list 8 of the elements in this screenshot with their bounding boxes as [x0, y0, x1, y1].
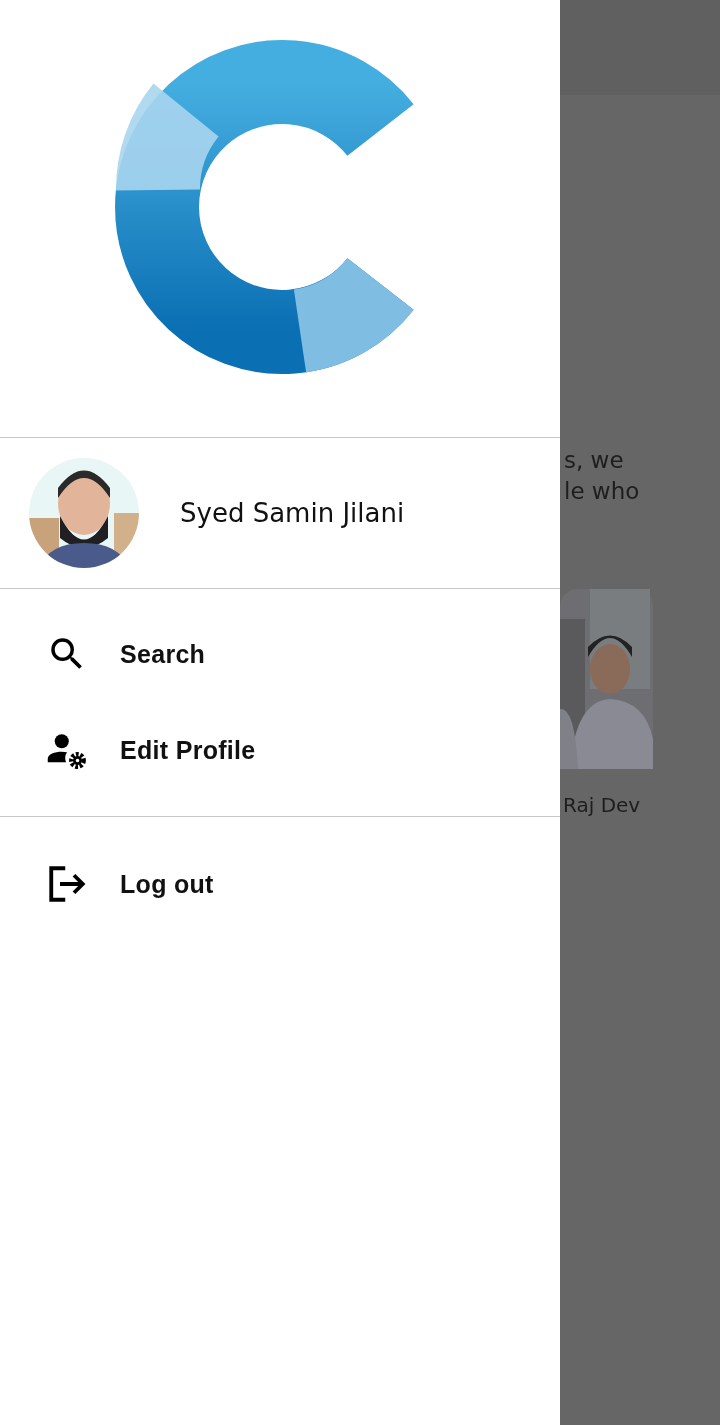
profile-name: Syed Samin Jilani	[180, 498, 405, 528]
person-name: Raj Dev	[562, 793, 642, 817]
body-text: s, we	[564, 446, 625, 475]
body-text: le who	[564, 477, 641, 506]
menu-item[interactable]: Edit Profile	[0, 702, 560, 798]
menu-item[interactable]: Log out	[0, 834, 560, 934]
logout-icon	[46, 863, 88, 905]
menu-item[interactable]: Search	[0, 606, 560, 702]
